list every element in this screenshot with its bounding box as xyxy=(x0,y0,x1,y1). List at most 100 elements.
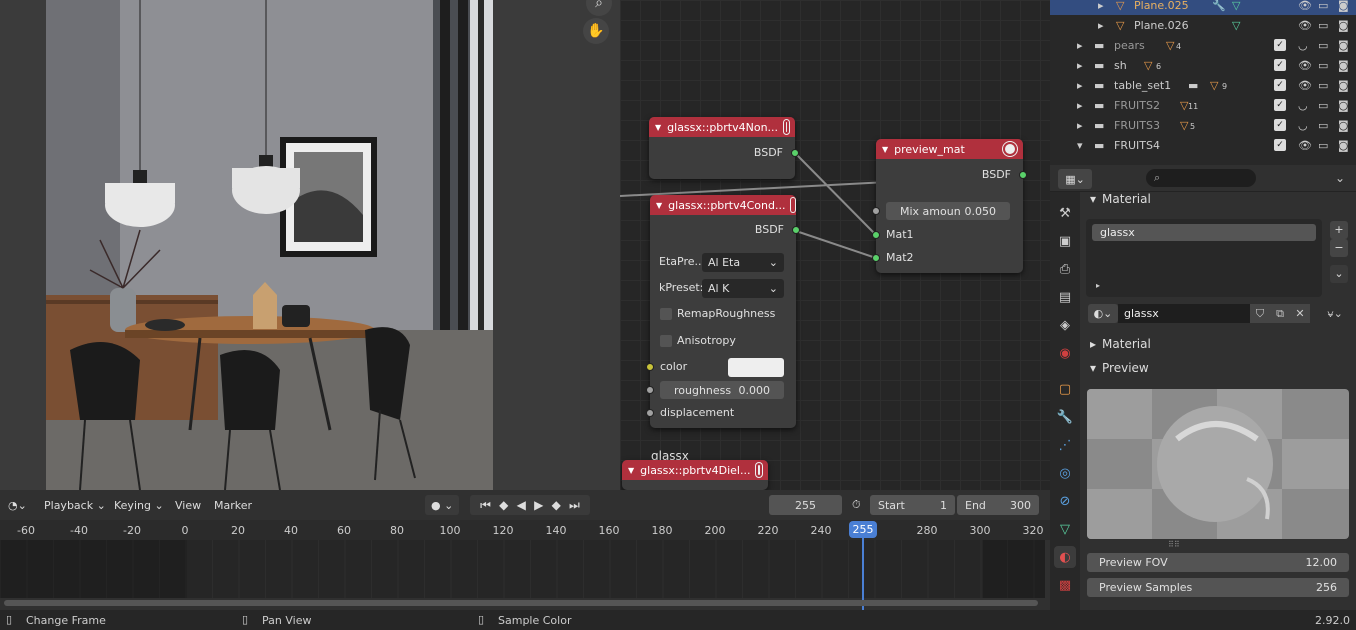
material-sub-panel-header[interactable]: ▸ Material xyxy=(1080,332,1356,356)
texture-tab-icon[interactable]: ▩ xyxy=(1054,574,1076,596)
include-checkbox[interactable]: ✓ xyxy=(1274,59,1286,71)
remap-roughness-checkbox[interactable] xyxy=(660,308,672,320)
close-icon[interactable]: ✕ xyxy=(1290,304,1310,323)
object-tab-icon[interactable]: ▢ xyxy=(1054,378,1076,400)
include-checkbox[interactable]: ✓ xyxy=(1274,39,1286,51)
current-frame-field[interactable]: 255 xyxy=(769,495,842,515)
play-icon[interactable]: ▶ xyxy=(534,498,543,512)
collapse-icon[interactable]: ▼ xyxy=(655,123,661,132)
keying-menu[interactable]: Keying ⌄ xyxy=(108,495,170,515)
material-browse-icon[interactable]: ◐⌄ xyxy=(1088,304,1118,323)
monitor-icon[interactable]: ▭ xyxy=(1318,99,1328,112)
bsdf-output-socket[interactable] xyxy=(792,226,800,234)
camera-icon[interactable]: ◙ xyxy=(1338,19,1349,32)
node-editor[interactable]: ▼ glassx::pbrtv4Non... BSDF ▼ glassx::pb… xyxy=(620,0,1050,490)
world-tab-icon[interactable]: ◉ xyxy=(1054,342,1076,364)
scene-tab-icon[interactable]: ◈ xyxy=(1054,314,1076,336)
timeline[interactable]: ◔⌄ Playback ⌄ Keying ⌄ View Marker ● ⌄ ⏮… xyxy=(0,490,1050,610)
fake-user-icon[interactable]: ⛉ xyxy=(1250,304,1270,323)
monitor-icon[interactable]: ▭ xyxy=(1318,19,1328,32)
expand-icon[interactable]: ▸ xyxy=(1077,79,1083,92)
hidden-eye-icon[interactable]: ◡ xyxy=(1298,99,1308,112)
chevron-down-icon[interactable]: ⌄ xyxy=(1330,168,1350,188)
outliner-row[interactable]: ▸ ▽ Plane.025 🔧 ▽ 👁 ▭ ◙ xyxy=(1050,0,1356,15)
playhead-line[interactable] xyxy=(862,530,864,610)
roughness-field[interactable]: roughness 0.000 xyxy=(660,381,784,399)
expand-icon[interactable]: ▸ xyxy=(1096,281,1100,290)
editor-type-icon[interactable]: ◔⌄ xyxy=(2,495,33,515)
remove-slot-icon[interactable]: − xyxy=(1330,239,1348,257)
view-layer-tab-icon[interactable]: ▤ xyxy=(1054,286,1076,308)
material-name-field[interactable]: glassx xyxy=(1118,304,1250,323)
camera-icon[interactable]: ◙ xyxy=(1338,0,1349,12)
record-icon[interactable]: ● ⌄ xyxy=(425,495,460,515)
outliner-row[interactable]: ▸ ▬ table_set1 ▬ ▽ 9 ✓ 👁 ▭ ◙ xyxy=(1050,75,1356,95)
expand-icon[interactable]: ▸ xyxy=(1098,0,1104,12)
properties-editor[interactable]: ▦⌄ ⌕ ⌄ ⚒ ▣ ⎙ ▤ ◈ ◉ ▢ 🔧 ⋰ ◎ ⊘ ▽ ◐ ▩ ▾ Mat… xyxy=(1050,165,1356,610)
include-checkbox[interactable]: ✓ xyxy=(1274,79,1286,91)
zoom-icon[interactable]: ⌕ xyxy=(586,0,612,16)
mix-amount-field[interactable]: Mix amoun 0.050 xyxy=(886,202,1010,220)
color-swatch[interactable] xyxy=(728,358,784,377)
camera-icon[interactable]: ◙ xyxy=(1338,99,1349,112)
outliner-row[interactable]: ▸ ▬ FRUITS3 ▽ 5 ✓ ◡ ▭ ◙ xyxy=(1050,115,1356,135)
render-viewport[interactable] xyxy=(0,0,620,490)
bsdf-output-socket[interactable] xyxy=(1019,171,1027,179)
outliner[interactable]: ▸ ▽ Plane.025 🔧 ▽ 👁 ▭ ◙ ▸ ▽ Plane.026 ▽ … xyxy=(1050,0,1356,165)
editor-type-icon[interactable]: ▦⌄ xyxy=(1058,169,1092,189)
eta-preset-select[interactable]: Al Eta ⌄ xyxy=(702,253,784,272)
resize-handle[interactable]: ⠿⠿ xyxy=(1168,540,1180,549)
material-slot[interactable]: glassx xyxy=(1092,224,1316,241)
start-frame-field[interactable]: Start 1 xyxy=(870,495,955,515)
camera-icon[interactable]: ◙ xyxy=(1338,119,1349,132)
monitor-icon[interactable]: ▭ xyxy=(1318,79,1328,92)
include-checkbox[interactable]: ✓ xyxy=(1274,119,1286,131)
hidden-eye-icon[interactable]: ◡ xyxy=(1298,39,1308,52)
anisotropy-checkbox[interactable] xyxy=(660,335,672,347)
playback-menu[interactable]: Playback ⌄ xyxy=(38,495,112,515)
prev-keyframe-icon[interactable]: ◆ xyxy=(499,498,508,512)
preview-panel-header[interactable]: ▾ Preview xyxy=(1080,356,1356,380)
preview-fov-field[interactable]: Preview FOV 12.00 xyxy=(1087,553,1349,572)
hidden-eye-icon[interactable]: ◡ xyxy=(1298,119,1308,132)
monitor-icon[interactable]: ▭ xyxy=(1318,139,1328,152)
collapse-icon[interactable]: ▼ xyxy=(628,466,634,475)
monitor-icon[interactable]: ▭ xyxy=(1318,119,1328,132)
playhead[interactable]: 255 xyxy=(849,521,877,538)
node-preview-mat[interactable]: ▼ preview_mat BSDF Mix amoun 0.050 Mat1 … xyxy=(872,139,1027,273)
eye-icon[interactable]: 👁 xyxy=(1298,59,1312,72)
node-conductor[interactable]: ▼ glassx::pbrtv4Cond... BSDF EtaPre... A… xyxy=(646,195,800,428)
monitor-icon[interactable]: ▭ xyxy=(1318,59,1328,72)
monitor-icon[interactable]: ▭ xyxy=(1318,39,1328,52)
collapse-icon[interactable]: ▼ xyxy=(882,145,888,154)
stopwatch-icon[interactable]: ⏱ xyxy=(846,495,867,515)
view-menu[interactable]: View xyxy=(169,495,207,515)
data-tab-icon[interactable]: ▽ xyxy=(1054,518,1076,540)
mix-input-socket[interactable] xyxy=(872,207,880,215)
hand-icon[interactable]: ✋ xyxy=(583,18,609,44)
end-frame-field[interactable]: End 300 xyxy=(957,495,1039,515)
outliner-row[interactable]: ▸ ▬ FRUITS2 ▽ 11 ✓ ◡ ▭ ◙ xyxy=(1050,95,1356,115)
bsdf-output-socket[interactable] xyxy=(791,149,799,157)
duplicate-icon[interactable]: ⧉ xyxy=(1270,304,1290,323)
outliner-row[interactable]: ▸ ▽ Plane.026 ▽ 👁 ▭ ◙ xyxy=(1050,15,1356,35)
eye-icon[interactable]: 👁 xyxy=(1298,139,1312,152)
material-tab-icon[interactable]: ◐ xyxy=(1054,546,1076,568)
eye-icon[interactable]: 👁 xyxy=(1298,19,1312,32)
node-dielectric[interactable]: ▼ glassx::pbrtv4Diel... xyxy=(622,460,768,490)
marker-menu[interactable]: Marker xyxy=(208,495,258,515)
render-tab-icon[interactable]: ▣ xyxy=(1054,230,1076,252)
camera-icon[interactable]: ◙ xyxy=(1338,39,1349,52)
jump-end-icon[interactable]: ⏭ xyxy=(569,498,580,513)
include-checkbox[interactable]: ✓ xyxy=(1274,139,1286,151)
output-tab-icon[interactable]: ⎙ xyxy=(1054,258,1076,280)
node-nonconductor[interactable]: ▼ glassx::pbrtv4Non... BSDF xyxy=(649,117,799,179)
physics-tab-icon[interactable]: ◎ xyxy=(1054,462,1076,484)
tool-tab-icon[interactable]: ⚒ xyxy=(1054,202,1076,224)
play-reverse-icon[interactable]: ◀ xyxy=(517,498,526,512)
k-preset-select[interactable]: Al K ⌄ xyxy=(702,279,784,298)
material-panel-header[interactable]: ▾ Material xyxy=(1080,187,1356,211)
horizontal-scrollbar[interactable] xyxy=(4,600,1038,606)
eye-icon[interactable]: 👁 xyxy=(1298,0,1312,12)
preview-samples-field[interactable]: Preview Samples 256 xyxy=(1087,578,1349,597)
